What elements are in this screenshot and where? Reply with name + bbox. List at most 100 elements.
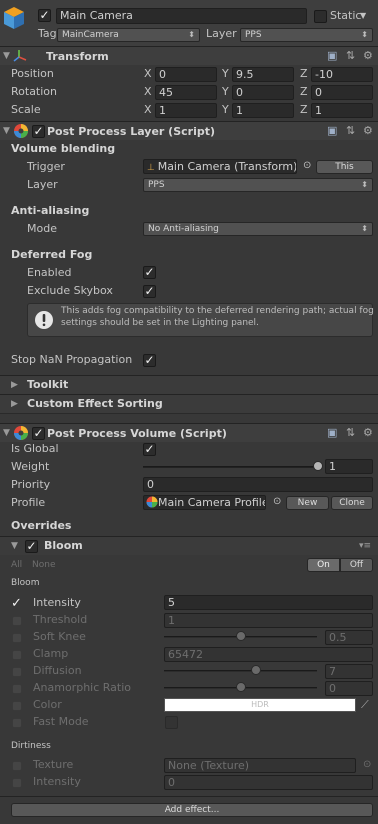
help-book-icon[interactable]: ▣ [327,426,337,439]
ppv-title: Post Process Volume (Script) [47,427,227,440]
anamorphic-field: 0 [325,681,373,696]
enabled-label: Enabled [27,266,72,279]
intensity-field[interactable]: 5 [164,595,373,610]
scale-x-field[interactable]: 1 [155,103,217,118]
weight-slider-track[interactable] [143,466,318,468]
soft-knee-slider-thumb [235,631,246,641]
exclude-skybox-checkbox[interactable]: ✓ [143,285,156,298]
texture-object-field: None (Texture) [164,758,356,773]
foldout-open-icon[interactable]: ▼ [3,126,10,136]
tag-dropdown[interactable]: MainCamera ⬍ [57,28,200,42]
trigger-object-field[interactable]: ⊥ Main Camera (Transform) [143,159,297,174]
add-effect-button[interactable]: Add effect... [11,803,373,817]
profile-label: Profile [11,496,46,509]
effect-menu-icon[interactable]: ▾≡ [359,538,371,554]
position-x-field[interactable]: 0 [155,67,217,82]
info-text-line-2: settings should be set in the Lighting p… [61,318,259,328]
diffusion-field: 7 [325,664,373,679]
fog-enabled-checkbox[interactable]: ✓ [143,266,156,279]
diffusion-override-checkbox[interactable] [12,667,22,677]
is-global-checkbox[interactable]: ✓ [143,443,156,456]
threshold-override-checkbox[interactable] [12,616,22,626]
axis-x-label: X [144,67,152,80]
toolkit-label: Toolkit [27,378,69,391]
override-none-link[interactable]: None [32,557,55,573]
help-book-icon[interactable]: ▣ [327,49,337,62]
transform-row-label: Scale [11,103,41,116]
dirtiness-section-heading: Dirtiness [11,741,51,751]
info-icon [35,311,53,329]
rotation-z-field[interactable]: 0 [311,85,373,100]
bloom-off-toggle[interactable]: Off [340,558,373,572]
bloom-title: Bloom [44,539,83,552]
weight-value-field[interactable]: 1 [325,459,373,474]
profile-object-field[interactable]: Main Camera Profile [143,495,266,510]
soft-knee-override-checkbox[interactable] [12,633,22,643]
object-picker-icon[interactable]: ⊙ [273,494,281,510]
intensity-label: Intensity [33,596,81,609]
stop-nan-checkbox[interactable]: ✓ [143,354,156,367]
threshold-label: Threshold [33,613,88,626]
this-button[interactable]: This [316,160,373,174]
foldout-open-icon[interactable]: ▼ [11,541,18,551]
scale-z-field[interactable]: 1 [311,103,373,118]
preset-icon[interactable]: ⇅ [346,124,355,137]
bloom-section-heading: Bloom [11,578,40,588]
rotation-x-field[interactable]: 45 [155,85,217,100]
position-z-field[interactable]: -10 [311,67,373,82]
position-y-field[interactable]: 9.5 [232,67,294,82]
layer-dropdown[interactable]: PPS ⬍ [240,28,373,42]
foldout-closed-icon[interactable]: ▶ [11,399,18,409]
axis-y-label: Y [222,67,229,80]
overrides-heading: Overrides [11,519,72,532]
clamp-label: Clamp [33,647,69,660]
object-picker-icon[interactable]: ⊙ [303,158,311,174]
preset-icon[interactable]: ⇅ [346,49,355,62]
dirt-intensity-override-checkbox[interactable] [12,778,22,788]
dirt-intensity-label: Intensity [33,775,81,788]
bloom-enabled-checkbox[interactable]: ✓ [25,540,38,553]
texture-override-checkbox[interactable] [12,761,22,771]
texture-label: Texture [33,758,74,771]
bloom-on-toggle[interactable]: On [307,558,340,572]
object-active-checkbox[interactable]: ✓ [38,9,51,22]
new-profile-button[interactable]: New [286,496,329,510]
clamp-override-checkbox[interactable] [12,650,22,660]
weight-slider-thumb[interactable] [313,461,323,471]
ppv-enabled-checkbox[interactable]: ✓ [32,427,45,440]
help-book-icon[interactable]: ▣ [327,124,337,137]
preset-icon[interactable]: ⇅ [346,426,355,439]
transform-row-label: Position [11,67,54,80]
scale-y-field[interactable]: 1 [232,103,294,118]
priority-field[interactable]: 0 [143,477,373,492]
axis-z-label: Z [300,67,308,80]
transform-title: Transform [46,50,109,63]
foldout-open-icon[interactable]: ▼ [3,51,10,61]
color-override-checkbox[interactable] [12,701,22,711]
gear-icon[interactable]: ⚙ [363,49,373,62]
ppl-enabled-checkbox[interactable]: ✓ [32,125,45,138]
static-checkbox[interactable] [314,10,327,23]
static-label: Static [330,9,362,22]
fast-mode-override-checkbox[interactable] [12,718,22,728]
soft-knee-field: 0.5 [325,630,373,645]
static-dropdown-arrow-icon[interactable]: ▼ [360,8,366,24]
gear-icon[interactable]: ⚙ [363,426,373,439]
aa-mode-dropdown[interactable]: No Anti-aliasing ⬍ [143,222,373,236]
is-global-label: Is Global [11,442,59,455]
override-all-link[interactable]: All [11,557,22,573]
volume-layer-dropdown[interactable]: PPS ⬍ [143,178,373,192]
gear-icon[interactable]: ⚙ [363,124,373,137]
rotation-y-field[interactable]: 0 [232,85,294,100]
clone-profile-button[interactable]: Clone [331,496,373,510]
deferred-fog-heading: Deferred Fog [11,248,93,261]
foldout-open-icon[interactable]: ▼ [3,428,10,438]
anamorphic-override-checkbox[interactable] [12,684,22,694]
axis-x-label: X [144,103,152,116]
intensity-override-checkbox[interactable]: ✓ [10,597,23,611]
foldout-closed-icon[interactable]: ▶ [11,380,18,390]
axis-x-label: X [144,85,152,98]
anamorphic-ratio-label: Anamorphic Ratio [33,681,132,694]
transform-icon: ⊥ [147,163,158,173]
object-name-field[interactable]: Main Camera [56,8,307,24]
